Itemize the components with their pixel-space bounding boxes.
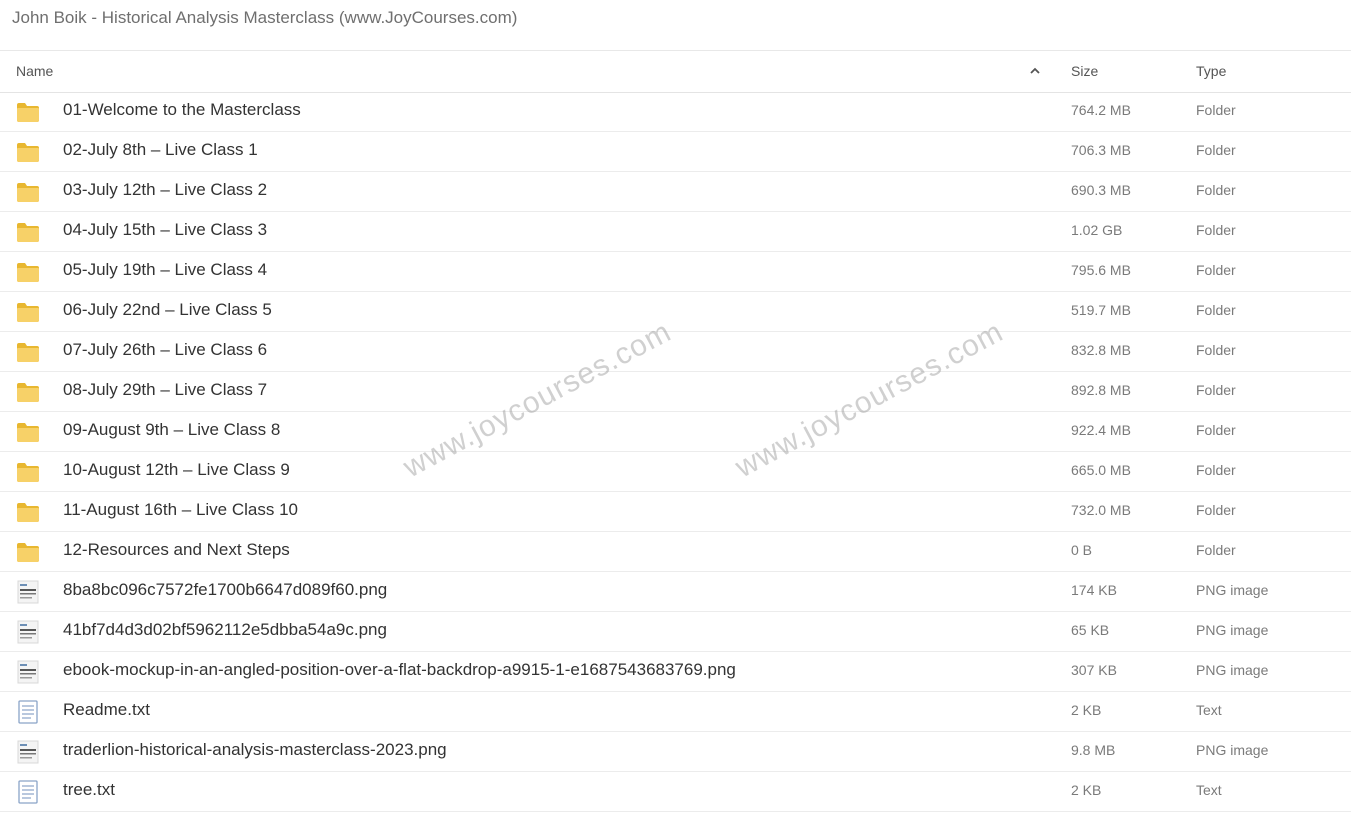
file-name[interactable]: 03-July 12th – Live Class 2 (63, 180, 267, 200)
file-list: 01-Welcome to the Masterclass 764.2 MB Fol… (0, 92, 1351, 812)
folder-icon (15, 419, 41, 445)
file-name[interactable]: 06-July 22nd – Live Class 5 (63, 300, 272, 320)
file-row[interactable]: 01-Welcome to the Masterclass 764.2 MB Fol… (0, 92, 1351, 132)
file-name[interactable]: 12-Resources and Next Steps (63, 540, 290, 560)
file-name[interactable]: traderlion-historical-analysis-mastercla… (63, 740, 447, 760)
file-size: 832.8 MB (1071, 342, 1131, 358)
file-size: 1.02 GB (1071, 222, 1123, 238)
folder-icon (15, 179, 41, 205)
file-size: 2 KB (1071, 702, 1102, 718)
file-size: 706.3 MB (1071, 142, 1131, 158)
image-thumbnail-icon (15, 619, 41, 645)
file-size: 764.2 MB (1071, 102, 1131, 118)
image-thumbnail-icon (15, 659, 41, 685)
file-type: PNG image (1196, 662, 1269, 678)
file-row[interactable]: 05-July 19th – Live Class 4 795.6 MB Folde… (0, 252, 1351, 292)
file-size: 732.0 MB (1071, 502, 1131, 518)
file-size: 519.7 MB (1071, 302, 1131, 318)
file-type: Text (1196, 702, 1222, 718)
file-name[interactable]: 09-August 9th – Live Class 8 (63, 420, 280, 440)
folder-icon (15, 299, 41, 325)
file-type: Folder (1196, 142, 1236, 158)
folder-icon (15, 539, 41, 565)
file-type: Folder (1196, 102, 1236, 118)
file-size: 9.8 MB (1071, 742, 1116, 758)
file-size: 174 KB (1071, 582, 1117, 598)
folder-icon (15, 499, 41, 525)
file-row[interactable]: 12-Resources and Next Steps 0 B Folder (0, 532, 1351, 572)
file-type: PNG image (1196, 742, 1269, 758)
column-header-name[interactable]: Name (16, 63, 53, 79)
file-name[interactable]: 02-July 8th – Live Class 1 (63, 140, 258, 160)
file-size: 690.3 MB (1071, 182, 1131, 198)
file-type: Folder (1196, 182, 1236, 198)
file-name[interactable]: tree.txt (63, 780, 115, 800)
file-name[interactable]: 08-July 29th – Live Class 7 (63, 380, 267, 400)
file-type: Folder (1196, 382, 1236, 398)
file-list-header: Name Size Type (0, 51, 1351, 93)
file-name[interactable]: 07-July 26th – Live Class 6 (63, 340, 267, 360)
file-size: 0 B (1071, 542, 1093, 558)
column-header-type[interactable]: Type (1196, 63, 1226, 79)
file-type: PNG image (1196, 582, 1269, 598)
file-type: Folder (1196, 302, 1236, 318)
page-title: John Boik - Historical Analysis Mastercl… (12, 8, 518, 27)
folder-icon (15, 259, 41, 285)
file-type: Text (1196, 782, 1222, 798)
folder-icon (15, 99, 41, 125)
file-row[interactable]: ebook-mockup-in-an-angled-position-over-… (0, 652, 1351, 692)
file-row[interactable]: 41bf7d4d3d02bf5962112e5dbba54a9c.png 65 K… (0, 612, 1351, 652)
file-type: Folder (1196, 222, 1236, 238)
file-row[interactable]: 06-July 22nd – Live Class 5 519.7 MB Folde… (0, 292, 1351, 332)
chevron-up-icon[interactable] (1028, 64, 1042, 78)
folder-icon (15, 459, 41, 485)
file-type: Folder (1196, 262, 1236, 278)
folder-icon (15, 339, 41, 365)
file-name[interactable]: 41bf7d4d3d02bf5962112e5dbba54a9c.png (63, 620, 387, 640)
file-row[interactable]: 8ba8bc096c7572fe1700b6647d089f60.png 174 … (0, 572, 1351, 612)
column-header-size[interactable]: Size (1071, 63, 1098, 79)
file-row[interactable]: Readme.txt 2 KB Text (0, 692, 1351, 732)
file-name[interactable]: 05-July 19th – Live Class 4 (63, 260, 267, 280)
file-row[interactable]: 04-July 15th – Live Class 3 1.02 GB Folder (0, 212, 1351, 252)
file-name[interactable]: 01-Welcome to the Masterclass (63, 100, 301, 120)
file-row[interactable]: 03-July 12th – Live Class 2 690.3 MB Folde… (0, 172, 1351, 212)
file-size: 307 KB (1071, 662, 1117, 678)
file-name[interactable]: 10-August 12th – Live Class 9 (63, 460, 290, 480)
file-row[interactable]: traderlion-historical-analysis-mastercla… (0, 732, 1351, 772)
file-size: 922.4 MB (1071, 422, 1131, 438)
image-thumbnail-icon (15, 579, 41, 605)
file-row[interactable]: 07-July 26th – Live Class 6 832.8 MB Folde… (0, 332, 1351, 372)
text-file-icon (15, 779, 41, 805)
file-type: Folder (1196, 502, 1236, 518)
file-type: Folder (1196, 542, 1236, 558)
file-type: Folder (1196, 422, 1236, 438)
folder-icon (15, 139, 41, 165)
file-size: 665.0 MB (1071, 462, 1131, 478)
file-row[interactable]: 02-July 8th – Live Class 1 706.3 MB Folder (0, 132, 1351, 172)
file-size: 2 KB (1071, 782, 1102, 798)
file-name[interactable]: 11-August 16th – Live Class 10 (63, 500, 298, 520)
file-name[interactable]: ebook-mockup-in-an-angled-position-over-… (63, 660, 736, 680)
file-type: Folder (1196, 342, 1236, 358)
file-row[interactable]: 11-August 16th – Live Class 10 732.0 MB Fo… (0, 492, 1351, 532)
file-name[interactable]: 04-July 15th – Live Class 3 (63, 220, 267, 240)
folder-icon (15, 219, 41, 245)
file-name[interactable]: Readme.txt (63, 700, 150, 720)
file-size: 892.8 MB (1071, 382, 1131, 398)
file-row[interactable]: 08-July 29th – Live Class 7 892.8 MB Folde… (0, 372, 1351, 412)
file-size: 795.6 MB (1071, 262, 1131, 278)
file-row[interactable]: 10-August 12th – Live Class 9 665.0 MB Fol… (0, 452, 1351, 492)
file-type: Folder (1196, 462, 1236, 478)
file-row[interactable]: tree.txt 2 KB Text (0, 772, 1351, 812)
file-type: PNG image (1196, 622, 1269, 638)
file-row[interactable]: 09-August 9th – Live Class 8 922.4 MB Fold… (0, 412, 1351, 452)
text-file-icon (15, 699, 41, 725)
file-name[interactable]: 8ba8bc096c7572fe1700b6647d089f60.png (63, 580, 387, 600)
image-thumbnail-icon (15, 739, 41, 765)
file-size: 65 KB (1071, 622, 1110, 638)
folder-icon (15, 379, 41, 405)
